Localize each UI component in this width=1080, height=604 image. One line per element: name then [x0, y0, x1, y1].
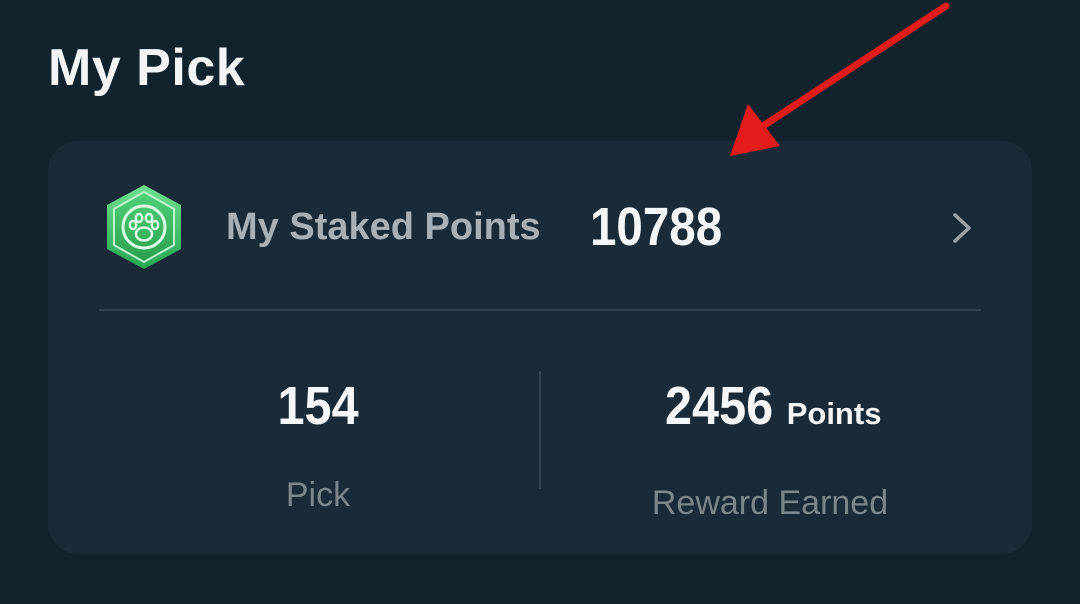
my-pick-card: My Staked Points 10788 154 Pick 2456 Poin… [48, 141, 1032, 554]
paw-badge-icon [107, 185, 181, 269]
staked-points-label: My Staked Points [226, 206, 541, 248]
my-pick-screen: My Pick My Staked Points 10788 154 Pick … [0, 0, 1080, 604]
reward-points-unit: Points [786, 396, 882, 431]
pick-stat: 154 Pick [118, 371, 518, 515]
pick-count-value: 154 [277, 376, 359, 436]
pick-label: Pick [285, 476, 351, 514]
section-title: My Pick [48, 39, 246, 97]
reward-stat: 2456 Points Reward Earned [560, 371, 980, 523]
staked-points-value: 10788 [590, 197, 723, 257]
reward-earned-label: Reward Earned [651, 484, 889, 522]
reward-points-value: 2456 [664, 376, 773, 436]
chevron-right-icon[interactable] [950, 211, 974, 245]
horizontal-divider [99, 309, 981, 311]
vertical-divider [539, 371, 541, 489]
staked-points-row[interactable]: My Staked Points 10788 [48, 141, 1032, 309]
